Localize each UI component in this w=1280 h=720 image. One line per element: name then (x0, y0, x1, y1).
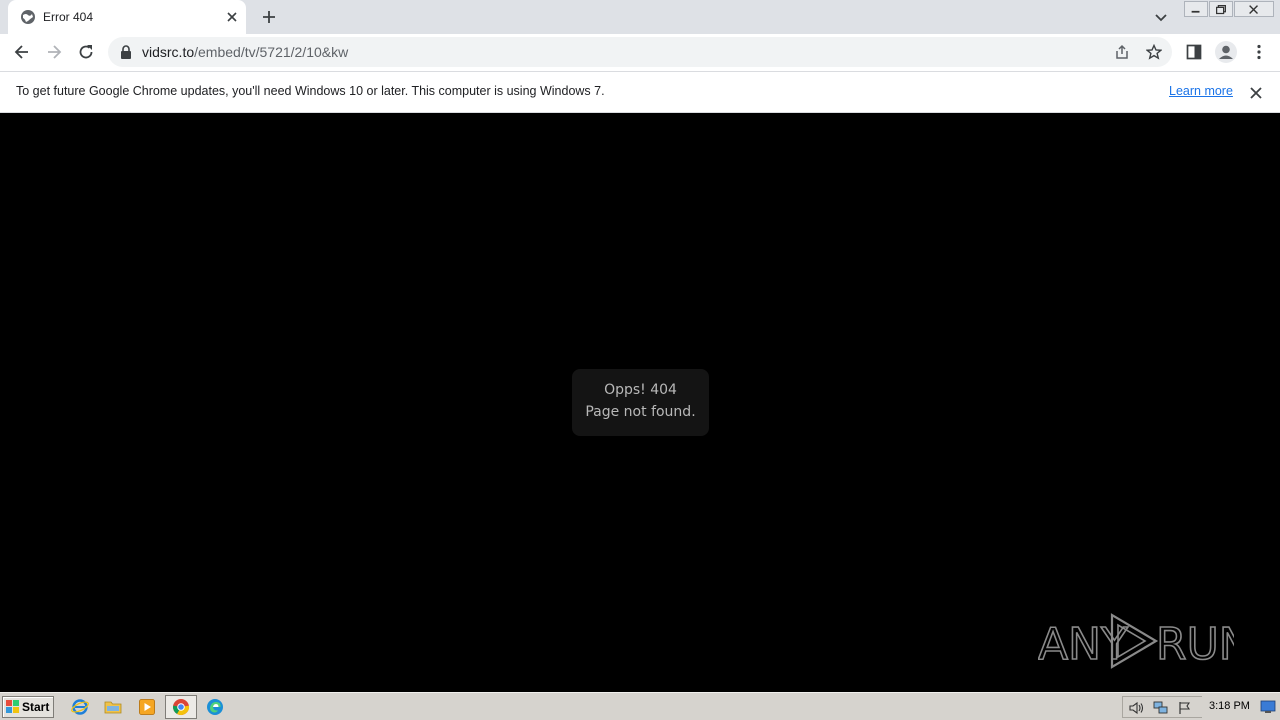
network-icon[interactable] (1153, 701, 1169, 715)
error-code-text: Opps! 404 (604, 382, 677, 398)
lock-icon[interactable] (120, 45, 132, 59)
forward-icon[interactable] (45, 43, 63, 61)
taskbar-chrome-button[interactable] (165, 695, 197, 719)
file-explorer-icon[interactable] (104, 698, 122, 716)
svg-text:RUN: RUN (1156, 619, 1234, 670)
minimize-icon (1191, 10, 1200, 13)
side-panel-icon[interactable] (1185, 43, 1203, 61)
reload-icon[interactable] (77, 43, 95, 61)
start-label: Start (22, 700, 50, 714)
tab-error-404[interactable]: Error 404 (8, 0, 246, 34)
media-player-icon[interactable] (138, 698, 156, 716)
close-tab-icon[interactable] (224, 9, 240, 25)
url-text[interactable]: vidsrc.to/embed/tv/5721/2/10&kw (142, 44, 348, 60)
tab-strip: Error 404 (0, 0, 1280, 34)
update-infobar: To get future Google Chrome updates, you… (0, 71, 1280, 113)
action-center-flag-icon[interactable] (1177, 701, 1193, 715)
star-icon[interactable] (1146, 44, 1162, 60)
error-description-text: Page not found. (585, 404, 696, 420)
infobar-message: To get future Google Chrome updates, you… (16, 84, 605, 98)
windows-taskbar: Start 3:18 PM (0, 692, 1280, 720)
svg-text:ANY: ANY (1038, 619, 1128, 670)
start-button[interactable]: Start (2, 696, 54, 718)
profile-icon[interactable] (1214, 40, 1238, 64)
show-desktop-icon[interactable] (1260, 700, 1276, 714)
restore-window-button[interactable] (1209, 1, 1233, 17)
internet-explorer-icon[interactable] (71, 698, 89, 716)
restore-icon (1216, 5, 1226, 15)
close-icon (1249, 5, 1258, 14)
page-content: Opps! 404 Page not found. ANY RUN (0, 113, 1280, 692)
tab-title: Error 404 (43, 10, 94, 24)
share-icon[interactable] (1114, 44, 1130, 60)
chrome-icon (172, 699, 190, 715)
error-message-box: Opps! 404 Page not found. (572, 369, 709, 436)
browser-toolbar: vidsrc.to/embed/tv/5721/2/10&kw (0, 34, 1280, 71)
volume-icon[interactable] (1129, 701, 1145, 715)
url-path: /embed/tv/5721/2/10&kw (194, 44, 349, 60)
close-infobar-icon[interactable] (1248, 85, 1264, 101)
url-host: vidsrc.to (142, 44, 195, 60)
system-tray (1122, 696, 1202, 718)
edge-icon[interactable] (206, 698, 224, 716)
minimize-window-button[interactable] (1184, 1, 1208, 17)
windows-logo-icon (6, 700, 19, 713)
address-bar[interactable]: vidsrc.to/embed/tv/5721/2/10&kw (108, 37, 1172, 67)
taskbar-clock[interactable]: 3:18 PM (1209, 700, 1250, 712)
globe-icon (21, 10, 35, 24)
anyrun-watermark-logo: ANY RUN (1038, 613, 1234, 671)
new-tab-icon[interactable] (261, 9, 277, 25)
chevron-down-icon[interactable] (1153, 9, 1169, 25)
close-window-button[interactable] (1234, 1, 1274, 17)
learn-more-link[interactable]: Learn more (1169, 84, 1233, 98)
menu-icon[interactable] (1250, 43, 1268, 61)
back-icon[interactable] (13, 43, 31, 61)
